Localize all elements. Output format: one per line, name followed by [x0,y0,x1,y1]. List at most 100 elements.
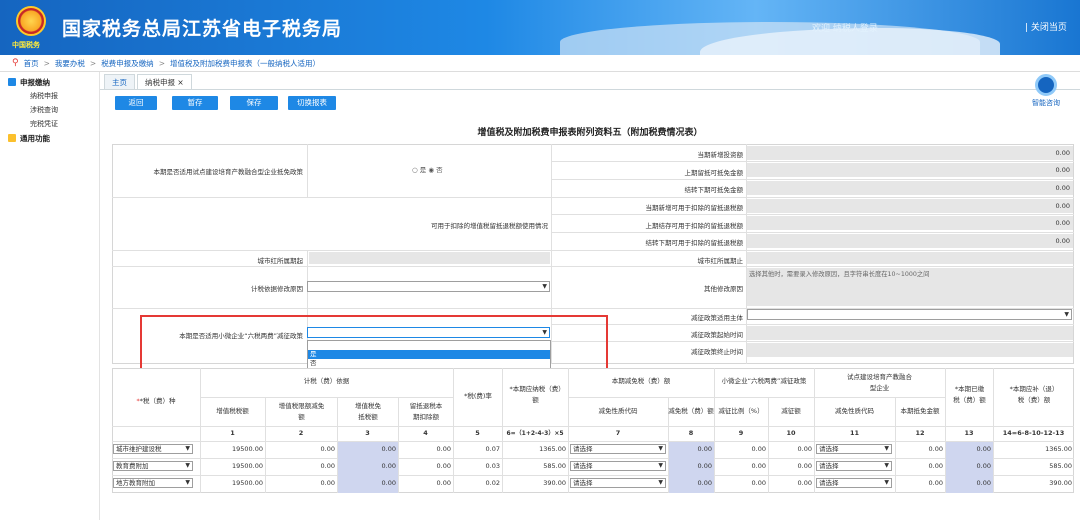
row-relief-code-select[interactable]: 请选择 ▼ [570,444,666,454]
radio-no[interactable]: ◉ [428,166,434,174]
site-header: 中国税务 国家税务总局江苏省电子税务局 欢迎 纳税人登录 | 关闭当页 [0,0,1080,55]
row-payable: 585.00 [543,462,566,470]
col-relief-amount: 减免税（费）额 [668,407,714,416]
row-vat-exempt[interactable]: 0.00 [337,443,398,455]
chevron-down-icon: ▼ [658,479,663,486]
col-num: 2 [298,429,304,438]
reason-select[interactable]: ▼ [307,281,550,292]
pilot-radio-group: ○ 是 ◉ 否 [412,166,443,174]
row-retain[interactable]: 0.00 [398,477,453,489]
r-label-1: 当期新增投资额 [697,151,744,159]
temp-save-button[interactable]: 暂存 [172,96,218,110]
breadcrumb-current[interactable]: 增值税及附加税费申报表（一般纳税人适用） [170,58,320,69]
row-pilot-code-select[interactable]: 请选择 ▼ [816,461,892,471]
other-reason-textarea[interactable]: 选择其他时，需要录入修改原因，且字符串长度在10~1000之间 [747,268,1073,306]
row-pilot-code-select[interactable]: 请选择 ▼ [816,444,892,454]
col-due: *本期应补（退）税（费）额 [1009,384,1059,404]
q-retain-label: 可用于扣除的增值税留抵退税额使用情况 [431,222,548,230]
sidebar-group-declare[interactable]: 申报缴纳 [0,75,99,89]
q-pilot-label: 本期是否适用试点建设培育产教融合型企业抵免政策 [153,168,304,176]
r-value-3: 0.00 [747,181,1073,195]
col-num: 13 [964,429,974,438]
col-vat-limit: 增值税限额减免额 [278,401,325,421]
back-button[interactable]: 返回 [115,96,157,110]
row-vat[interactable]: 19500.00 [200,460,265,472]
sidebar: 申报缴纳 纳税申报 涉税查询 完税凭证 通用功能 [0,72,100,520]
save-button[interactable]: 保存 [230,96,278,110]
breadcrumb-tax[interactable]: 我要办税 [55,58,85,69]
col-num: 7 [615,429,621,438]
col-small-amount: 减征额 [781,407,801,416]
chevron-down-icon: ▼ [658,462,663,469]
r-value-4: 0.00 [747,199,1073,213]
row-tax-select[interactable]: 城市维护建设税 ▼ [113,444,193,454]
col-small-ratio: 减征比例（%） [718,407,764,416]
row-paid[interactable]: 0.00 [945,460,993,472]
r-label-4: 当期新增可用于扣除的留抵退税额 [645,204,744,212]
col-paid: *本期已缴税（费）额 [953,384,986,404]
col-retain-deduct: 留抵退税本期扣除额 [409,401,443,421]
tab-declare[interactable]: 纳税申报 × [137,74,192,89]
sidebar-group-common[interactable]: 通用功能 [0,131,99,145]
row-tax-select[interactable]: 教育费附加 ▼ [113,461,193,471]
r-value-5: 0.00 [747,216,1073,230]
emblem-text: 中国税务 [12,41,40,49]
col-relief-code: 减免性质代码 [598,407,638,416]
adj-start-label: 城市红所属期起 [257,257,304,265]
col-num: 14=6-8-10-12-13 [1002,429,1065,438]
close-page-link[interactable]: | 关闭当页 [1025,20,1067,33]
row-vat-exempt[interactable]: 0.00 [337,477,398,489]
row-relief-amount[interactable]: 0.00 [668,443,714,455]
row-small-ratio: 0.00 [751,479,766,487]
row-vat-limit[interactable]: 0.00 [265,460,337,472]
row-due: 390.00 [1049,479,1072,487]
col-rate: *税(费)率 [464,392,492,401]
row-relief-amount[interactable]: 0.00 [668,477,714,489]
sidebar-item-certificate[interactable]: 完税凭证 [0,117,99,131]
row-vat-limit[interactable]: 0.00 [265,443,337,455]
switch-report-button[interactable]: 切换报表 [288,96,336,110]
radio-yes[interactable]: ○ [412,166,418,174]
row-retain[interactable]: 0.00 [398,460,453,472]
row-pilot-code-select[interactable]: 请选择 ▼ [816,478,892,488]
breadcrumb-declare[interactable]: 税费申报及缴纳 [101,58,154,69]
row-rate: 0.07 [485,445,500,453]
reason-label: 计税依据修改原因 [251,285,303,293]
col-num: 4 [423,429,428,438]
row-small-ratio: 0.00 [751,462,766,470]
app-root: 中国税务 国家税务总局江苏省电子税务局 欢迎 纳税人登录 | 关闭当页 ⚲ 首页… [0,0,1080,520]
chevron-down-icon: ▼ [185,462,190,469]
col-num: 11 [849,429,860,438]
row-relief-code-select[interactable]: 请选择 ▼ [570,478,666,488]
row-paid[interactable]: 0.00 [945,477,993,489]
sidebar-item-declare[interactable]: 纳税申报 [0,89,99,103]
row-vat[interactable]: 19500.00 [200,443,265,455]
row-paid[interactable]: 0.00 [945,443,993,455]
row-pilot-amount: 0.00 [928,445,943,453]
row-relief-amount[interactable]: 0.00 [668,460,714,472]
chevron-down-icon: ▼ [185,445,190,452]
highlight-box [140,315,608,374]
row-relief-code-select[interactable]: 请选择 ▼ [570,461,666,471]
col-num: 1 [230,429,235,438]
breadcrumb-home[interactable]: 首页 [24,58,39,69]
chevron-down-icon: ▼ [884,479,889,486]
row-retain[interactable]: 0.00 [398,443,453,455]
help-consult[interactable]: 智能咨询 [1026,74,1066,112]
r-label-5: 上期结存可用于扣除的留抵退税额 [645,222,744,230]
chevron-down-icon: ▼ [658,445,663,452]
tab-home[interactable]: 主页 [104,74,135,89]
row-vat-exempt[interactable]: 0.00 [337,460,398,472]
col-num: 6=（1+2-4-3）×5 [506,429,564,437]
row-vat-limit[interactable]: 0.00 [265,477,337,489]
policy-subject-select[interactable]: ▼ [747,309,1072,320]
welcome-text: 欢迎 纳税人登录 [812,24,878,34]
row-due: 1365.00 [1045,445,1072,453]
row-vat[interactable]: 19500.00 [200,477,265,489]
row-pilot-amount: 0.00 [928,479,943,487]
r-value-6: 0.00 [747,234,1073,248]
col-pilot: 试点建设培育产教融合型企业 [847,372,912,392]
row-tax-select[interactable]: 地方教育附加 ▼ [113,478,193,488]
adj-end-field [747,252,1073,264]
sidebar-item-query[interactable]: 涉税查询 [0,103,99,117]
